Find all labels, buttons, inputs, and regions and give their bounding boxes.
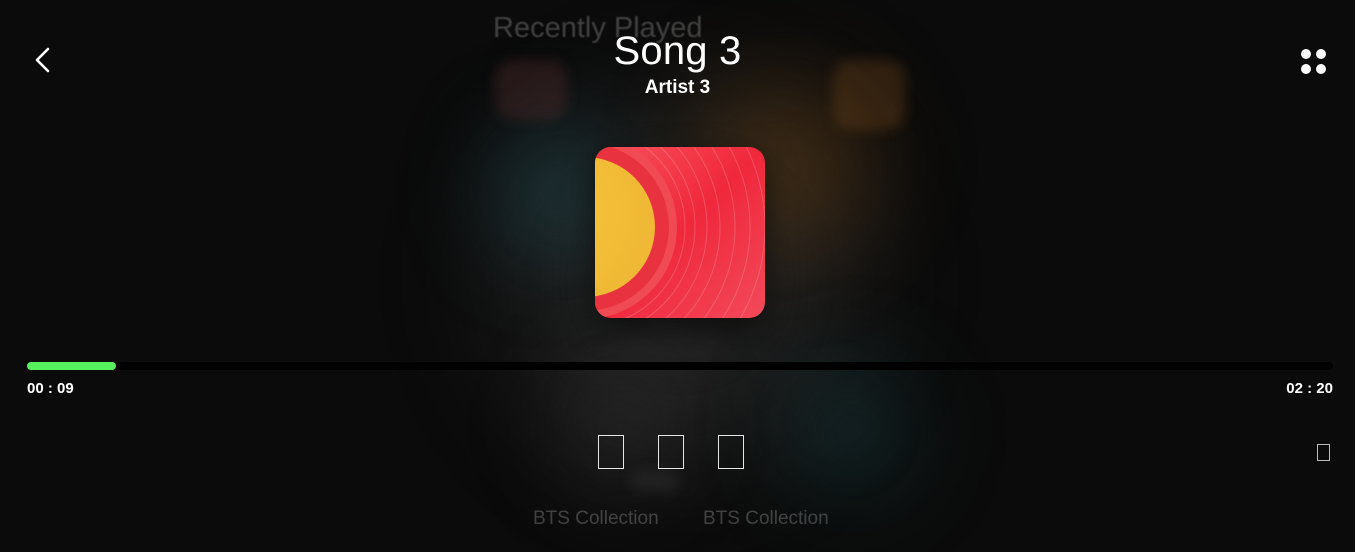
time-elapsed: 00 : 09 xyxy=(27,380,74,397)
background-collection-label: BTS Collection xyxy=(703,508,829,529)
album-cover xyxy=(595,147,765,318)
background-card xyxy=(630,470,680,492)
player-screen: Recently Played BTS Collection BTS Colle… xyxy=(0,0,1355,552)
background-glow xyxy=(760,330,940,530)
time-total: 02 : 20 xyxy=(1286,380,1333,397)
background-collection-label: BTS Collection xyxy=(533,508,659,529)
repeat-button[interactable] xyxy=(1317,444,1330,461)
song-title: Song 3 xyxy=(613,29,742,73)
play-button[interactable] xyxy=(658,435,684,469)
progress-fill xyxy=(27,362,116,370)
previous-button[interactable] xyxy=(598,435,624,469)
vinyl-record-icon xyxy=(595,147,765,318)
next-button[interactable] xyxy=(718,435,744,469)
progress-bar[interactable] xyxy=(27,362,1333,370)
song-artist: Artist 3 xyxy=(644,77,711,98)
